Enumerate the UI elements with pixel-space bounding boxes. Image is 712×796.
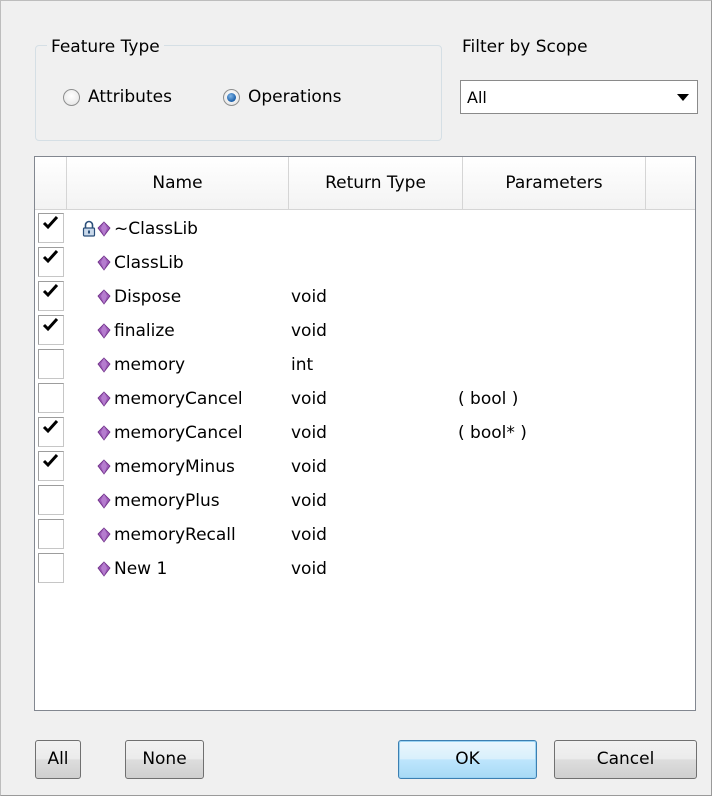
checkmark-icon — [42, 453, 59, 468]
row-return-type: void — [291, 423, 327, 443]
row-name: memoryRecall — [114, 525, 236, 545]
table-row[interactable]: New 1 void — [35, 553, 695, 587]
header-return-type[interactable]: Return Type — [289, 157, 463, 209]
operation-icon — [97, 527, 111, 543]
table-row[interactable]: memory int — [35, 349, 695, 383]
row-checkbox[interactable] — [38, 383, 64, 413]
chevron-down-icon[interactable] — [677, 93, 689, 101]
operation-icon — [97, 323, 111, 339]
row-checkbox[interactable] — [38, 213, 64, 243]
row-return-type: void — [291, 321, 327, 341]
row-name-cell: finalize — [97, 319, 175, 343]
row-name-cell: memoryPlus — [97, 489, 220, 513]
table-row[interactable]: finalize void — [35, 315, 695, 349]
operation-icon — [97, 459, 111, 475]
header-name[interactable]: Name — [67, 157, 289, 209]
lock-icon — [82, 220, 96, 237]
operation-icon — [97, 255, 111, 271]
row-return-type: void — [291, 457, 327, 477]
table-row[interactable]: memoryRecall void — [35, 519, 695, 553]
table-row[interactable]: ~ClassLib — [35, 213, 695, 247]
table-row[interactable]: memoryMinus void — [35, 451, 695, 485]
feature-visibility-dialog: Feature Type Attributes Operations Filte… — [0, 0, 712, 796]
row-return-type: void — [291, 559, 327, 579]
row-checkbox[interactable] — [38, 417, 64, 447]
operation-icon — [97, 493, 111, 509]
row-name: ClassLib — [114, 253, 184, 273]
table-row[interactable]: Dispose void — [35, 281, 695, 315]
list-header: Name Return Type Parameters — [35, 157, 695, 210]
operation-icon — [97, 561, 111, 577]
select-all-button[interactable]: All — [35, 740, 81, 779]
attributes-radio[interactable]: Attributes — [63, 85, 172, 109]
row-name: Dispose — [114, 287, 182, 307]
attributes-radio-button[interactable] — [63, 88, 80, 106]
row-checkbox[interactable] — [38, 451, 64, 481]
table-row[interactable]: ClassLib — [35, 247, 695, 281]
operations-radio[interactable]: Operations — [223, 85, 341, 109]
row-name: memory — [114, 355, 186, 375]
ok-button[interactable]: OK — [398, 740, 537, 779]
row-checkbox[interactable] — [38, 247, 64, 277]
list-rows: ~ClassLib ClassLib Dispose void finalize void… — [35, 213, 695, 587]
checkmark-icon — [42, 215, 59, 230]
row-name: memoryPlus — [114, 491, 220, 511]
row-name: New 1 — [114, 559, 168, 579]
cancel-button[interactable]: Cancel — [554, 740, 697, 779]
operation-icon — [97, 357, 111, 373]
checkmark-icon — [42, 249, 59, 264]
row-parameters: ( bool ) — [458, 389, 519, 409]
select-none-button[interactable]: None — [125, 740, 204, 779]
row-name-cell: ClassLib — [97, 251, 184, 275]
filter-scope-select[interactable]: All — [460, 80, 698, 114]
row-name: ~ClassLib — [114, 219, 198, 239]
checkmark-icon — [42, 317, 59, 332]
filter-scope-label: Filter by Scope — [462, 37, 588, 57]
row-name-cell: ~ClassLib — [82, 217, 198, 241]
row-return-type: void — [291, 525, 327, 545]
header-check-column[interactable] — [35, 157, 67, 209]
table-row[interactable]: memoryCancel void ( bool ) — [35, 383, 695, 417]
operation-icon — [97, 289, 111, 305]
table-row[interactable]: memoryCancel void ( bool* ) — [35, 417, 695, 451]
row-name: memoryCancel — [114, 423, 243, 443]
row-name-cell: memoryCancel — [97, 421, 243, 445]
row-parameters: ( bool* ) — [458, 423, 527, 443]
checkmark-icon — [42, 283, 59, 298]
checkmark-icon — [42, 419, 59, 434]
table-row[interactable]: memoryPlus void — [35, 485, 695, 519]
row-checkbox[interactable] — [38, 349, 64, 379]
row-name-cell: memoryRecall — [97, 523, 236, 547]
features-list[interactable]: Name Return Type Parameters ~ClassLib Cla… — [34, 156, 696, 711]
row-checkbox[interactable] — [38, 553, 64, 583]
row-checkbox[interactable] — [38, 485, 64, 515]
row-name: memoryCancel — [114, 389, 243, 409]
row-name-cell: memory — [97, 353, 185, 377]
row-return-type: void — [291, 491, 327, 511]
attributes-radio-label: Attributes — [88, 87, 172, 107]
header-parameters[interactable]: Parameters — [463, 157, 646, 209]
row-return-type: int — [291, 355, 314, 375]
row-checkbox[interactable] — [38, 519, 64, 549]
operations-radio-button[interactable] — [223, 88, 240, 106]
feature-type-legend: Feature Type — [47, 36, 164, 58]
row-name-cell: memoryCancel — [97, 387, 243, 411]
row-name: memoryMinus — [114, 457, 235, 477]
row-return-type: void — [291, 389, 327, 409]
filter-scope-value: All — [467, 87, 487, 107]
row-name: finalize — [114, 321, 175, 341]
operation-icon — [97, 391, 111, 407]
operation-icon — [97, 221, 111, 237]
operation-icon — [97, 425, 111, 441]
row-checkbox[interactable] — [38, 281, 64, 311]
operations-radio-label: Operations — [248, 87, 342, 107]
row-name-cell: New 1 — [97, 557, 167, 581]
row-name-cell: Dispose — [97, 285, 181, 309]
row-name-cell: memoryMinus — [97, 455, 235, 479]
row-checkbox[interactable] — [38, 315, 64, 345]
row-return-type: void — [291, 287, 327, 307]
